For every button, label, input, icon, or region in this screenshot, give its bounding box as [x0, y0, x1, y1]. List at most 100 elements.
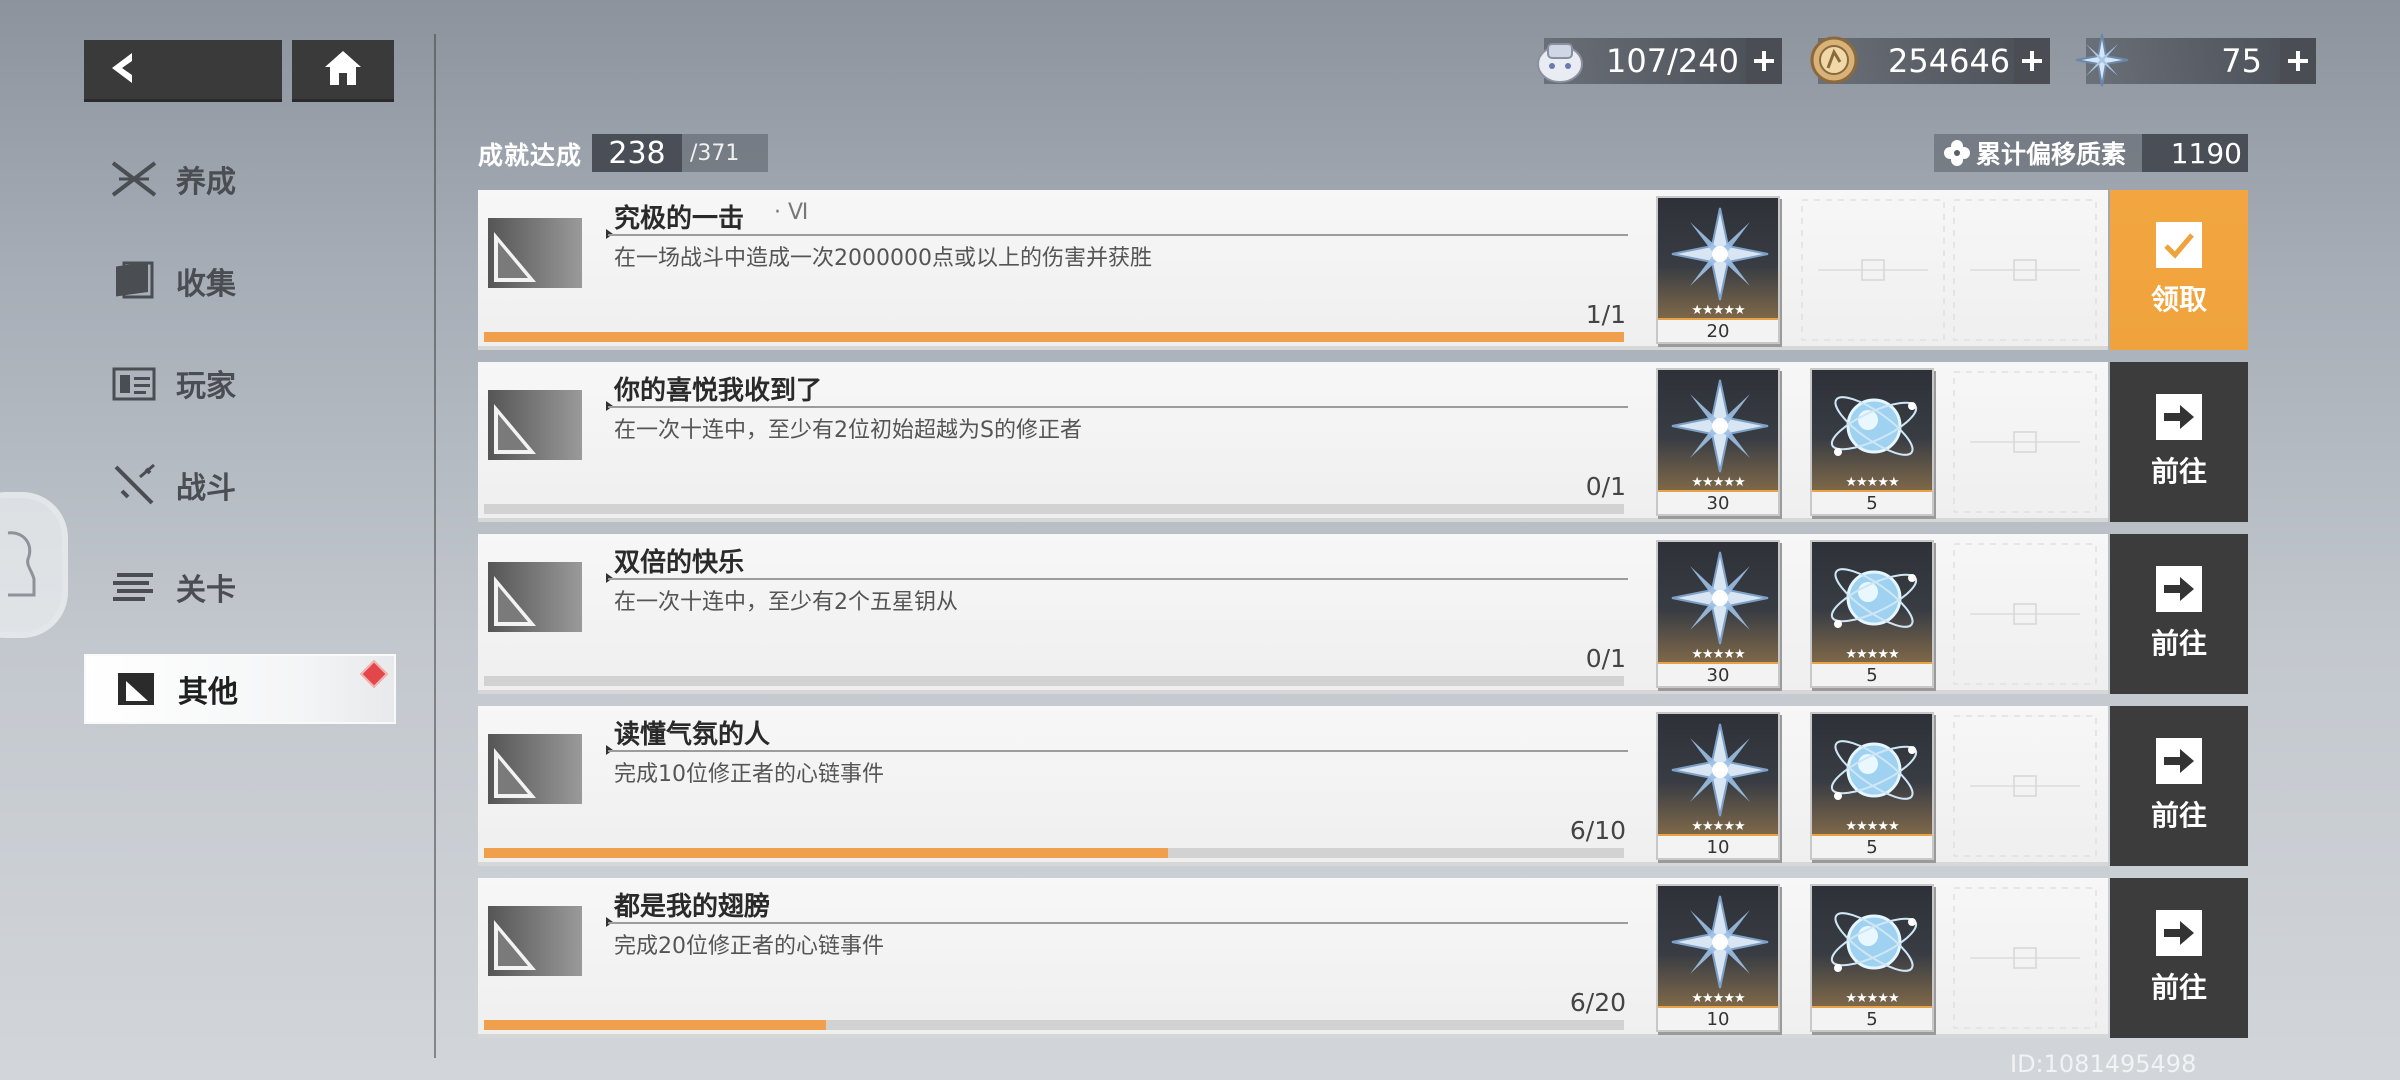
achievement-description: 在一次十连中，至少有2个五星钥从: [614, 590, 958, 615]
reward-count: 30: [1658, 662, 1778, 686]
achievement-title: 双倍的快乐: [614, 548, 745, 578]
back-arrow-icon: [106, 51, 136, 89]
achievement-row: 读懂气氛的人 完成10位修正者的心链事件 6/10 ★★★★★ 10 ★★★★★…: [478, 706, 2248, 866]
coin-display: 254646: [1810, 36, 2050, 84]
reward-count: 5: [1812, 490, 1932, 514]
sidebar-item-label: 养成: [176, 165, 236, 200]
empty-reward-slot: [1950, 368, 2100, 516]
go-button[interactable]: 前往: [2110, 362, 2248, 522]
sidebar-item-label: 关卡: [176, 573, 236, 608]
achievement-progress-bar: [484, 504, 1624, 514]
empty-reward-slot: [1950, 540, 2100, 688]
title-underline: [608, 750, 1628, 752]
action-label: 前往: [2150, 627, 2207, 660]
reward-item-orb[interactable]: ★★★★★ 5: [1810, 368, 1934, 516]
go-button[interactable]: 前往: [2110, 534, 2248, 694]
sidebar-item-0[interactable]: 养成: [84, 144, 396, 214]
sidebar-item-5[interactable]: 其他: [84, 654, 396, 724]
achievement-thumbnail: [488, 218, 582, 288]
sidebar-divider: [434, 34, 436, 1058]
home-icon: [323, 49, 363, 91]
orb-icon: [1822, 892, 1926, 992]
stamina-value: 107/240: [1606, 42, 1739, 80]
coin-icon: [1804, 30, 1864, 90]
reward-item-orb[interactable]: ★★★★★ 5: [1810, 540, 1934, 688]
sidebar-item-4[interactable]: 关卡: [84, 552, 396, 622]
collect-icon: [106, 253, 162, 309]
reward-count: 20: [1658, 318, 1778, 342]
go-button[interactable]: 前往: [2110, 706, 2248, 866]
crystal-value: 75: [2221, 42, 2262, 80]
achievement-progress-bar: [484, 676, 1624, 686]
reward-stars: ★★★★★: [1845, 991, 1899, 1006]
achievement-tier: · Ⅵ: [774, 200, 809, 225]
achievement-progress-fill: [484, 1020, 826, 1030]
orb-icon: [1822, 376, 1926, 476]
claim-button[interactable]: 领取: [2110, 190, 2248, 350]
add-stamina-button[interactable]: [1746, 38, 1782, 84]
arrow-right-icon: [2156, 566, 2202, 612]
achievement-description: 完成10位修正者的心链事件: [614, 762, 884, 787]
achievement-progress-fill: [484, 332, 1624, 342]
add-coin-button[interactable]: [2014, 38, 2050, 84]
achievement-progress-bar: [484, 332, 1624, 342]
orb-icon: [1822, 548, 1926, 648]
reward-item-crystal[interactable]: ★★★★★ 20: [1656, 196, 1780, 344]
offset-element-label: 累计偏移质素: [1976, 140, 2127, 169]
achievement-description: 在一场战斗中造成一次2000000点或以上的伤害并获胜: [614, 246, 1152, 271]
stage-icon: [106, 559, 162, 615]
arrow-right-icon: [2156, 910, 2202, 956]
sidebar-item-3[interactable]: 战斗: [84, 450, 396, 520]
achievement-title: 究极的一击: [614, 204, 745, 234]
home-button[interactable]: [292, 40, 394, 102]
action-label: 前往: [2150, 971, 2207, 1004]
achievement-label: 成就达成: [478, 141, 583, 170]
achievement-thumbnail: [488, 906, 582, 976]
reward-item-crystal[interactable]: ★★★★★ 30: [1656, 540, 1780, 688]
sidebar-item-label: 玩家: [176, 369, 236, 404]
arrow-right-icon: [2156, 738, 2202, 784]
offset-element-label-wrap: 累计偏移质素: [1934, 134, 2142, 172]
reward-item-orb[interactable]: ★★★★★ 5: [1810, 884, 1934, 1032]
player-id: ID:1081495498: [2010, 1050, 2197, 1078]
achievement-progress-bar: [484, 1020, 1624, 1030]
achievement-thumbnail: [488, 390, 582, 460]
title-underline: [608, 234, 1628, 236]
notification-badge: [359, 659, 389, 689]
sidebar-item-2[interactable]: 玩家: [84, 348, 396, 418]
empty-reward-slot: [1798, 196, 1948, 344]
achievement-progress-bar: [484, 848, 1624, 858]
other-icon: [108, 661, 164, 717]
sidebar-item-label: 战斗: [176, 471, 236, 506]
reward-count: 5: [1812, 662, 1932, 686]
reward-count: 10: [1658, 1006, 1778, 1030]
sidebar-item-1[interactable]: 收集: [84, 246, 396, 316]
achievement-progress-text: 6/10: [1569, 816, 1626, 845]
person-silhouette-icon: [4, 525, 38, 605]
go-button[interactable]: 前往: [2110, 878, 2248, 1038]
achievement-row: 你的喜悦我收到了 在一次十连中，至少有2位初始超越为S的修正者 0/1 ★★★★…: [478, 362, 2248, 522]
achievement-thumbnail: [488, 734, 582, 804]
side-drawer-tab[interactable]: [0, 492, 68, 638]
achievement-description: 完成20位修正者的心链事件: [614, 934, 884, 959]
orb-icon: [1822, 720, 1926, 820]
achievement-progress-fill: [484, 848, 1168, 858]
reward-item-orb[interactable]: ★★★★★ 5: [1810, 712, 1934, 860]
reward-item-crystal[interactable]: ★★★★★ 10: [1656, 884, 1780, 1032]
reward-count: 5: [1812, 834, 1932, 858]
achievement-progress-text: 0/1: [1585, 644, 1626, 673]
sidebar-item-label: 收集: [176, 267, 236, 302]
achievement-row: 都是我的翅膀 完成20位修正者的心链事件 6/20 ★★★★★ 10 ★★★★★…: [478, 878, 2248, 1038]
reward-item-crystal[interactable]: ★★★★★ 30: [1656, 368, 1780, 516]
crystal-icon: [1668, 376, 1772, 476]
reward-stars: ★★★★★: [1691, 475, 1745, 490]
back-button[interactable]: [84, 40, 282, 102]
achievement-done-count: 238: [592, 134, 682, 172]
achievement-title: 都是我的翅膀: [614, 892, 771, 922]
add-crystal-button[interactable]: [2280, 38, 2316, 84]
reward-item-crystal[interactable]: ★★★★★ 10: [1656, 712, 1780, 860]
coin-value: 254646: [1888, 42, 2011, 80]
reward-stars: ★★★★★: [1691, 991, 1745, 1006]
cultivate-icon: [106, 151, 162, 207]
achievement-row: 双倍的快乐 在一次十连中，至少有2个五星钥从 0/1 ★★★★★ 30 ★★★★…: [478, 534, 2248, 694]
